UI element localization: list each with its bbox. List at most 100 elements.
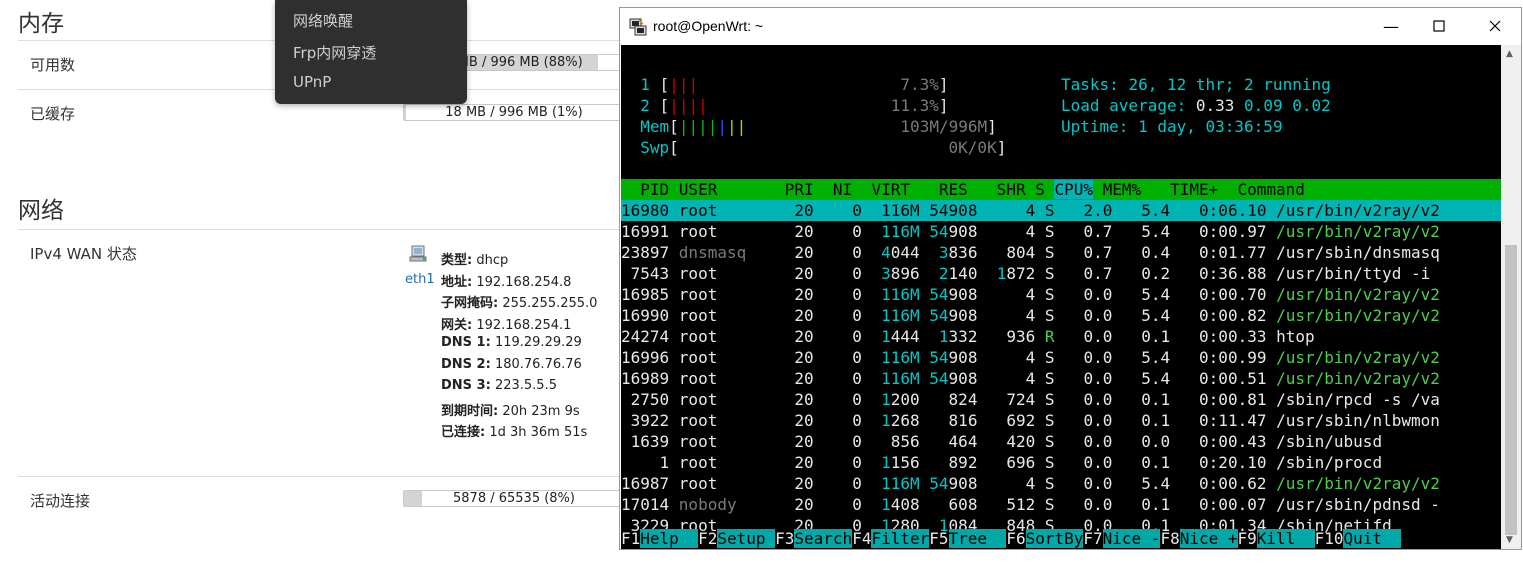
wan-detail-row: DNS 3: 223.5.5.5 — [441, 378, 557, 393]
close-button[interactable] — [1472, 12, 1518, 40]
wan-detail-row: DNS 2: 180.76.76.76 — [441, 357, 582, 372]
function-key-label[interactable]: Nice + — [1179, 529, 1238, 548]
terminal-scrollbar[interactable]: ▲ ▼ — [1501, 45, 1521, 549]
process-row[interactable]: 1 root 20 0 1156 892 696 S 0.0 0.1 0:20.… — [621, 452, 1501, 473]
wan-detail-value: 20h 23m 9s — [498, 403, 580, 419]
wan-detail-value: 255.255.255.0 — [498, 296, 598, 311]
maximize-icon — [1433, 20, 1445, 32]
process-row[interactable]: 17014 nobody 20 0 1408 608 512 S 0.0 0.1… — [621, 494, 1501, 515]
swap-meter: Swp[ 0K/0K] — [640, 138, 1007, 157]
wan-detail-key: DNS 3: — [441, 378, 491, 393]
connections-value: 5878 / 65535 (8%) — [453, 491, 575, 506]
process-row[interactable]: 7543 root 20 0 3896 2140 1872 S 0.7 0.2 … — [621, 263, 1501, 284]
wan-detail-value: dhcp — [472, 253, 509, 268]
process-row[interactable]: 16996 root 20 0 116M 54908 4 S 0.0 5.4 0… — [621, 347, 1501, 368]
cached-value: 18 MB / 996 MB (1%) — [445, 105, 583, 120]
terminal-window: root@OpenWrt: ~ — 1 [||| 7.3%] 2 [|||| 1… — [619, 7, 1522, 550]
function-key-f4[interactable]: F4 — [852, 529, 871, 548]
process-row[interactable]: 16987 root 20 0 116M 54908 4 S 0.0 5.4 0… — [621, 473, 1501, 494]
uptime-info: Uptime: 1 day, 03:36:59 — [1061, 117, 1283, 136]
close-icon — [1489, 20, 1501, 32]
wan-detail-key: 类型: — [441, 253, 473, 268]
function-key-f3[interactable]: F3 — [775, 529, 794, 548]
services-dropdown-menu: 网络唤醒 Frp内网穿透 UPnP — [275, 0, 467, 104]
minimize-icon: — — [1383, 16, 1399, 36]
wan-detail-row: 已连接: 1d 3h 36m 51s — [441, 421, 587, 440]
process-table-header[interactable]: PID USER PRI NI VIRT RES SHR S CPU% MEM%… — [621, 179, 1501, 200]
function-key-label[interactable]: Nice - — [1102, 529, 1161, 548]
wan-detail-key: 到期时间: — [441, 403, 499, 419]
process-row[interactable]: 23897 dnsmasq 20 0 4044 3836 804 S 0.7 0… — [621, 242, 1501, 263]
wan-detail-key: 已连接: — [441, 425, 486, 440]
wan-detail-row: 网关: 192.168.254.1 — [441, 314, 571, 333]
progress-fill — [404, 491, 422, 506]
function-key-f7[interactable]: F7 — [1083, 529, 1102, 548]
load-average-info: Load average: 0.33 0.09 0.02 — [1061, 96, 1331, 115]
function-key-label[interactable]: Kill — [1256, 529, 1315, 548]
maximize-button[interactable] — [1416, 12, 1462, 40]
process-row[interactable]: 16985 root 20 0 116M 54908 4 S 0.0 5.4 0… — [621, 284, 1501, 305]
process-row[interactable]: 16989 root 20 0 116M 54908 4 S 0.0 5.4 0… — [621, 368, 1501, 389]
wan-detail-row: 子网掩码: 255.255.255.0 — [441, 292, 597, 311]
network-section-title: 网络 — [18, 198, 64, 224]
divider — [18, 476, 623, 477]
wan-detail-value: 223.5.5.5 — [490, 378, 557, 393]
function-key-label[interactable]: Quit — [1343, 529, 1402, 548]
wan-detail-key: 地址: — [441, 274, 473, 290]
function-key-label[interactable]: Help — [640, 529, 699, 548]
wan-detail-key: 网关: — [441, 317, 473, 333]
cpu2-meter: 2 [|||| 11.3%] — [640, 96, 949, 115]
putty-icon — [629, 18, 647, 36]
network-interface-icon — [409, 244, 429, 264]
function-key-f5[interactable]: F5 — [929, 529, 948, 548]
function-key-label[interactable]: SortBy — [1025, 529, 1084, 548]
function-key-label[interactable]: Tree — [948, 529, 1007, 548]
wan-detail-row: DNS 1: 119.29.29.29 — [441, 335, 582, 350]
mem-meter: Mem[||||||| 103M/996M] — [640, 117, 997, 136]
wan-detail-value: 180.76.76.76 — [490, 356, 582, 372]
function-key-f9[interactable]: F9 — [1238, 529, 1257, 548]
menu-item-wol[interactable]: 网络唤醒 — [293, 10, 353, 31]
function-key-f2[interactable]: F2 — [698, 529, 717, 548]
wan-detail-value: 1d 3h 36m 51s — [485, 425, 588, 440]
process-row[interactable]: 16990 root 20 0 116M 54908 4 S 0.0 5.4 0… — [621, 305, 1501, 326]
scroll-down-arrow-icon[interactable]: ▼ — [1506, 535, 1513, 545]
divider — [18, 229, 623, 230]
function-key-label[interactable]: Filter — [871, 529, 930, 548]
function-key-label[interactable]: Setup — [717, 529, 776, 548]
cpu1-meter: 1 [||| 7.3%] — [640, 75, 949, 94]
wan-detail-key: DNS 1: — [441, 335, 491, 350]
wan-detail-row: 地址: 192.168.254.8 — [441, 271, 571, 290]
scroll-up-arrow-icon[interactable]: ▲ — [1506, 49, 1513, 59]
wan-detail-row: 到期时间: 20h 23m 9s — [441, 400, 580, 419]
connections-progress-bar: 5878 / 65535 (8%) — [403, 490, 625, 507]
function-key-f8[interactable]: F8 — [1160, 529, 1179, 548]
ipv4-wan-status-label: IPv4 WAN 状态 — [30, 245, 137, 263]
process-row[interactable]: 3922 root 20 0 1268 816 692 S 0.0 0.1 0:… — [621, 410, 1501, 431]
function-key-label[interactable]: Search — [794, 529, 853, 548]
active-connections-label: 活动连接 — [30, 492, 91, 510]
process-row[interactable]: 2750 root 20 0 1200 824 724 S 0.0 0.1 0:… — [621, 389, 1501, 410]
menu-item-frp[interactable]: Frp内网穿透 — [293, 42, 376, 63]
memory-section-title: 内存 — [18, 11, 64, 37]
wan-detail-value: 119.29.29.29 — [490, 335, 582, 350]
function-key-f10[interactable]: F10 — [1315, 529, 1344, 548]
tasks-info: Tasks: 26, 12 thr; 2 running — [1061, 75, 1331, 94]
progress-fill — [404, 105, 407, 120]
process-row[interactable]: 16980 root 20 0 116M 54908 4 S 2.0 5.4 0… — [621, 200, 1501, 221]
wan-detail-value: 192.168.254.8 — [472, 274, 572, 290]
menu-item-upnp[interactable]: UPnP — [293, 73, 331, 91]
window-titlebar[interactable]: root@OpenWrt: ~ — — [620, 8, 1521, 45]
function-key-bar: F1Help F2Setup F3SearchF4FilterF5Tree F6… — [621, 528, 1501, 549]
htop-terminal[interactable]: 1 [||| 7.3%] 2 [|||| 11.3%] Mem[||||||| … — [621, 45, 1501, 549]
window-title: root@OpenWrt: ~ — [653, 18, 764, 34]
minimize-button[interactable]: — — [1368, 12, 1414, 40]
cached-label: 已缓存 — [30, 105, 76, 123]
function-key-f1[interactable]: F1 — [621, 529, 640, 548]
function-key-f6[interactable]: F6 — [1006, 529, 1025, 548]
scrollbar-thumb[interactable] — [1505, 245, 1517, 535]
process-row[interactable]: 1639 root 20 0 856 464 420 S 0.0 0.0 0:0… — [621, 431, 1501, 452]
interface-name-link[interactable]: eth1 — [405, 272, 435, 287]
process-row[interactable]: 24274 root 20 0 1444 1332 936 R 0.0 0.1 … — [621, 326, 1501, 347]
process-row[interactable]: 16991 root 20 0 116M 54908 4 S 0.7 5.4 0… — [621, 221, 1501, 242]
